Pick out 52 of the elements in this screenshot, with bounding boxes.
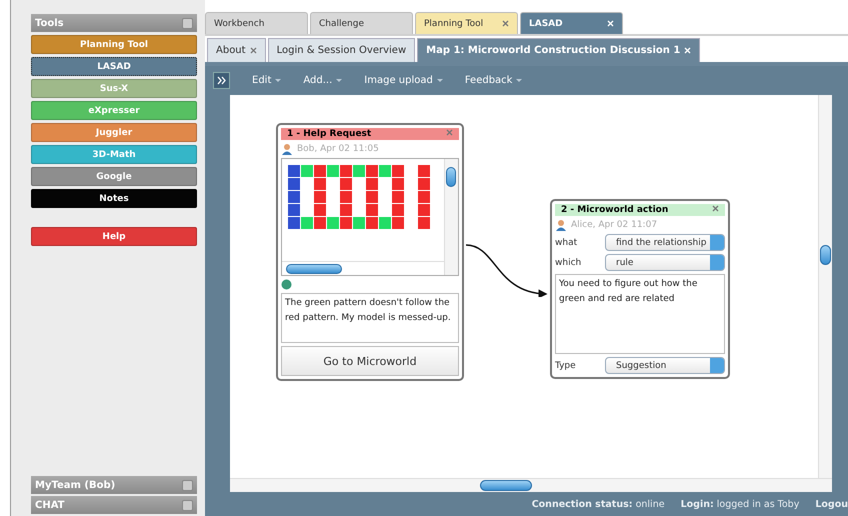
scroll-thumb[interactable]: [446, 167, 456, 187]
tool-button[interactable]: Notes: [31, 189, 197, 208]
node-author: Alice, Apr 02 11:07: [571, 220, 658, 230]
tool-button[interactable]: Planning Tool: [31, 35, 197, 54]
tool-button[interactable]: Google: [31, 167, 197, 186]
tab[interactable]: About: [207, 38, 266, 62]
tab[interactable]: LASAD: [520, 12, 623, 34]
close-icon[interactable]: [446, 129, 453, 136]
help-button[interactable]: Help: [31, 227, 197, 246]
scroll-thumb[interactable]: [286, 264, 342, 274]
field-label: what: [555, 238, 578, 248]
tools-title: Tools: [35, 18, 64, 28]
node-title: 2 - Microworld action: [555, 204, 725, 216]
tab[interactable]: Login & Session Overview: [268, 38, 416, 62]
horizontal-scrollbar[interactable]: [230, 478, 832, 492]
node-author: Bob, Apr 02 11:05: [297, 144, 379, 154]
logout-link[interactable]: Logou: [815, 498, 848, 510]
panel-title: CHAT: [35, 500, 64, 510]
login-status: Login: logged in as Toby: [680, 498, 800, 510]
menu-item[interactable]: Feedback: [464, 75, 522, 86]
person-icon: [281, 143, 293, 155]
tool-button[interactable]: LASAD: [31, 57, 197, 76]
node-title: 1 - Help Request: [281, 128, 459, 140]
close-icon[interactable]: [712, 205, 719, 212]
dropdown[interactable]: rule: [605, 254, 725, 271]
panel-header[interactable]: MyTeam (Bob): [31, 476, 197, 494]
menu-item[interactable]: Edit: [252, 75, 282, 86]
panel-header[interactable]: CHAT: [31, 496, 197, 514]
close-icon[interactable]: [250, 47, 257, 54]
help-request-node[interactable]: 1 - Help Request Bob, Apr 02 11:05 The green pattern doesn't follow the red pattern. My model is messed-up. Go to Microworld: [276, 123, 464, 381]
field-label: Type: [555, 360, 576, 370]
comment-text[interactable]: You need to figure out how the green and red are related: [555, 274, 725, 354]
field-label: which: [555, 258, 582, 268]
comment-text[interactable]: The green pattern doesn't follow the red pattern. My model is messed-up.: [281, 293, 459, 343]
menu-item[interactable]: Image upload: [364, 75, 443, 86]
person-icon: [555, 219, 567, 231]
tool-button[interactable]: 3D-Math: [31, 145, 197, 164]
tab[interactable]: Map 1: Microworld Construction Discussion 1: [417, 38, 700, 62]
tool-button[interactable]: eXpresser: [31, 101, 197, 120]
close-icon[interactable]: [502, 20, 509, 27]
panel-title: MyTeam (Bob): [35, 480, 116, 490]
tab[interactable]: Challenge: [310, 12, 413, 34]
connection-status: Connection status: online: [532, 498, 665, 510]
tool-button[interactable]: Juggler: [31, 123, 197, 142]
go-to-microworld-button[interactable]: Go to Microworld: [281, 346, 459, 376]
tab[interactable]: Workbench: [205, 12, 308, 34]
dropdown[interactable]: find the relationship: [605, 234, 725, 251]
action-node[interactable]: 2 - Microworld action Alice, Apr 02 11:07 what find the relationship which rule You need to figure out how the green and red are related Type Suggestion: [550, 199, 730, 379]
dropdown[interactable]: Suggestion: [605, 357, 725, 374]
tab[interactable]: Planning Tool: [415, 12, 518, 34]
vertical-scrollbar[interactable]: [818, 95, 832, 478]
menu-item[interactable]: Add...: [303, 75, 342, 86]
